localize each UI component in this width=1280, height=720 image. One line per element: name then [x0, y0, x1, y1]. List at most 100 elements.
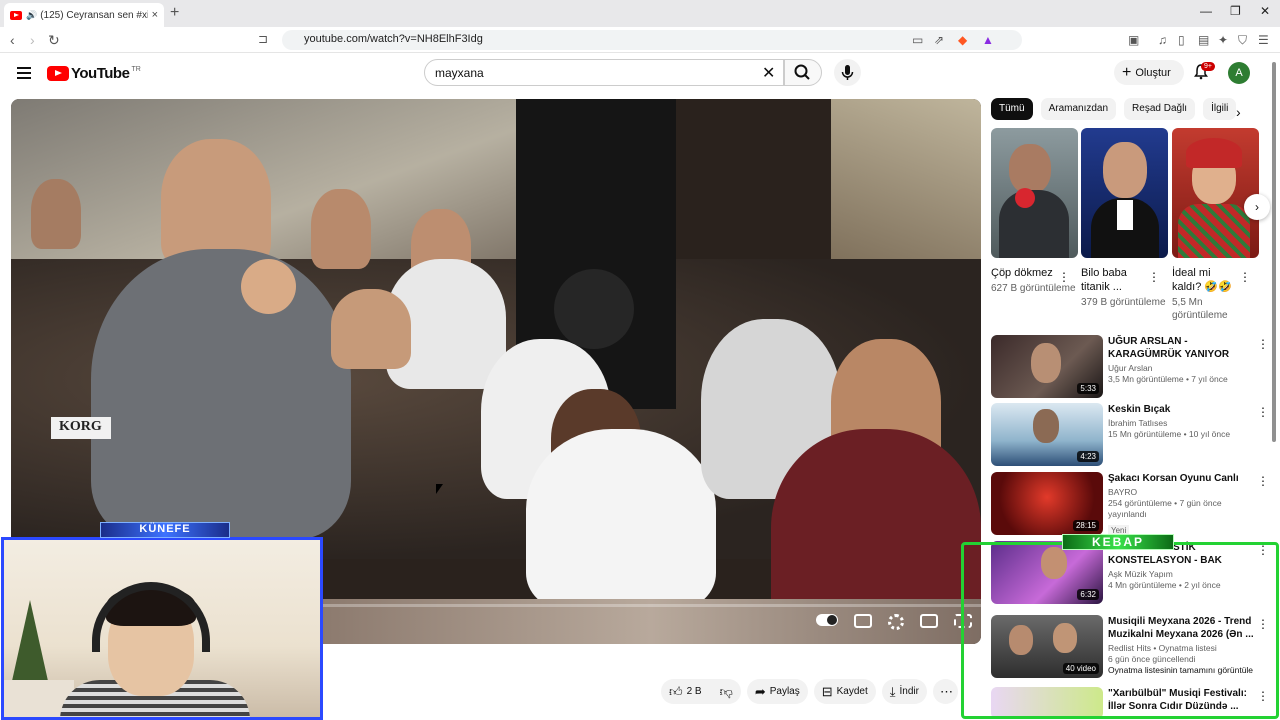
chip-from-search[interactable]: Aramanızdan	[1040, 98, 1117, 120]
christmas-tree	[10, 600, 50, 690]
list-item[interactable]: 5:33 UĞUR ARSLAN - KARAGÜMRÜK YANIYOR Uğ…	[991, 335, 1269, 399]
share-icon: ➦	[754, 683, 766, 699]
reader-icon[interactable]: ▣	[1128, 33, 1139, 47]
search-input[interactable]: mayxana	[424, 59, 784, 86]
chip-all[interactable]: Tümü	[991, 98, 1033, 120]
vpn-icon[interactable]: ⛉	[1238, 33, 1247, 48]
short-thumbnail[interactable]	[1172, 128, 1259, 258]
youtube-wordmark: YouTube	[71, 65, 130, 82]
more-actions-button[interactable]: ⋯	[932, 679, 958, 704]
forward-icon[interactable]: ›	[30, 32, 35, 48]
bookmark-icon[interactable]: ⊐	[258, 32, 268, 46]
chips-next-chevron-icon[interactable]: ›	[1236, 104, 1241, 120]
short-more-icon[interactable]: ⋮	[1148, 270, 1160, 284]
chevron-right-icon: ›	[1255, 200, 1259, 214]
short-item[interactable]: Bilo baba titanik ... 379 B görüntüleme …	[1081, 128, 1168, 309]
address-bar: ‹ › ↻ ⊐ youtube.com/watch?v=NH8ElhF3Idg …	[0, 27, 1280, 53]
thumbs-up-icon: 👍︎	[669, 683, 683, 699]
filter-chips: Tümü Aramanızdan Reşad Dağlı İlgili	[991, 98, 1237, 120]
create-button[interactable]: + Oluştur	[1114, 60, 1184, 85]
menu-icon[interactable]: ☰	[1258, 33, 1269, 47]
webcam-overlay	[1, 537, 323, 720]
search-icon	[794, 64, 810, 80]
share-label: Paylaş	[769, 686, 800, 697]
subtitles-icon[interactable]	[854, 614, 872, 628]
chip-channel[interactable]: Reşad Dağlı	[1124, 98, 1196, 120]
more-vertical-icon[interactable]: ⋮	[1257, 474, 1269, 488]
shorts-next-button[interactable]: ›	[1244, 194, 1270, 220]
browser-tab-bar: 🔊 (125) Ceyransan sen #xitvide... × + — …	[0, 0, 1280, 27]
video-meta: 254 görüntüleme • 7 gün önce yayınlandı	[1108, 498, 1222, 519]
reload-icon[interactable]: ↻	[48, 32, 60, 49]
cast-icon[interactable]: ▭	[912, 33, 923, 47]
video-thumbnail[interactable]: 28:15	[991, 472, 1103, 535]
headphones-icon	[92, 582, 210, 652]
mouse-cursor-icon	[436, 484, 443, 494]
miniplayer-icon[interactable]	[920, 614, 938, 628]
tab-title: (125) Ceyransan sen #xitvide...	[40, 9, 147, 21]
more-vertical-icon[interactable]: ⋮	[1257, 405, 1269, 419]
clear-search-icon[interactable]: ✕	[762, 63, 775, 83]
short-more-icon[interactable]: ⋮	[1058, 270, 1070, 284]
youtube-logo[interactable]: YouTube TR	[47, 65, 141, 82]
hamburger-menu-icon[interactable]	[17, 67, 31, 79]
list-item[interactable]: 28:15 Şakacı Korsan Oyunu Canlı BAYRO 25…	[991, 472, 1269, 536]
autoplay-toggle[interactable]	[816, 614, 838, 626]
short-views: 5,5 Mn görüntüleme	[1172, 297, 1228, 321]
share-page-icon[interactable]: ⇗	[934, 33, 944, 47]
minimize-icon[interactable]: —	[1200, 4, 1212, 18]
rewards-icon[interactable]: ▲	[982, 33, 994, 47]
short-thumbnail[interactable]	[991, 128, 1078, 258]
short-item[interactable]: Çöp dökmez 627 B görüntüleme ⋮	[991, 128, 1078, 295]
music-icon[interactable]: ♫	[1158, 33, 1167, 47]
page-scrollbar[interactable]	[1272, 60, 1276, 710]
singer-hand	[241, 259, 296, 314]
video-thumbnail[interactable]: 4:23	[991, 403, 1103, 466]
back-icon[interactable]: ‹	[10, 32, 15, 48]
chip-related[interactable]: İlgili	[1203, 98, 1237, 120]
korg-keyboard-label: KORG	[51, 417, 111, 439]
browser-tab[interactable]: 🔊 (125) Ceyransan sen #xitvide... ×	[4, 3, 164, 27]
channel-name[interactable]: BAYRO	[1108, 487, 1254, 498]
crowd-face	[331, 289, 411, 369]
leo-icon[interactable]: ✦	[1218, 33, 1228, 47]
youtube-play-logo-icon	[47, 66, 69, 81]
channel-name[interactable]: Uğur Arslan	[1108, 363, 1254, 374]
video-thumbnail[interactable]: 5:33	[991, 335, 1103, 398]
youtube-header: YouTube TR mayxana ✕ + Oluştur 9+ A	[0, 53, 1280, 93]
video-title[interactable]: Keskin Bıçak	[1108, 403, 1254, 416]
kebap-overlay-frame	[961, 542, 1279, 719]
crowd-face	[311, 189, 371, 269]
list-item[interactable]: 4:23 Keskin Bıçak İbrahim Tatlıses 15 Mn…	[991, 403, 1269, 467]
sidebar-icon[interactable]: ▯	[1178, 33, 1185, 47]
new-tab-icon[interactable]: +	[170, 4, 179, 22]
crowd-shirt	[526, 429, 716, 609]
channel-name[interactable]: İbrahim Tatlıses	[1108, 418, 1254, 429]
voice-search-button[interactable]	[834, 59, 861, 86]
bookmark-save-icon: ⊟	[821, 683, 833, 699]
speaker-icon[interactable]: 🔊	[26, 10, 37, 21]
dislike-button[interactable]: 👎︎	[711, 679, 741, 704]
short-title: Çöp dökmez	[991, 267, 1053, 279]
close-window-icon[interactable]: ✕	[1260, 4, 1270, 18]
short-thumbnail[interactable]	[1081, 128, 1168, 258]
account-avatar[interactable]: A	[1228, 62, 1250, 84]
save-label: Kaydet	[836, 686, 868, 697]
video-title[interactable]: Şakacı Korsan Oyunu Canlı	[1108, 472, 1254, 485]
short-item[interactable]: İdeal mi kaldı? 🤣🤣 5,5 Mn görüntüleme ⋮	[1172, 128, 1259, 322]
settings-gear-icon[interactable]	[888, 614, 904, 630]
url-field[interactable]: youtube.com/watch?v=NH8ElhF3Idg	[282, 30, 1022, 50]
brave-shield-icon[interactable]: ◆	[958, 33, 967, 47]
like-button[interactable]: 👍︎ 2 B	[661, 679, 712, 704]
more-vertical-icon[interactable]: ⋮	[1257, 337, 1269, 351]
video-duration: 5:33	[1077, 383, 1099, 394]
share-button[interactable]: ➦ Paylaş	[746, 679, 808, 704]
short-more-icon[interactable]: ⋮	[1239, 270, 1251, 284]
search-button[interactable]	[784, 59, 822, 86]
download-button[interactable]: ⤓ İndir	[881, 679, 927, 704]
close-tab-icon[interactable]: ×	[152, 9, 158, 21]
video-title[interactable]: UĞUR ARSLAN - KARAGÜMRÜK YANIYOR	[1108, 335, 1254, 361]
save-button[interactable]: ⊟ Kaydet	[813, 679, 876, 704]
restore-icon[interactable]: ❐	[1230, 4, 1241, 18]
wallet-icon[interactable]: ▤	[1198, 33, 1209, 47]
